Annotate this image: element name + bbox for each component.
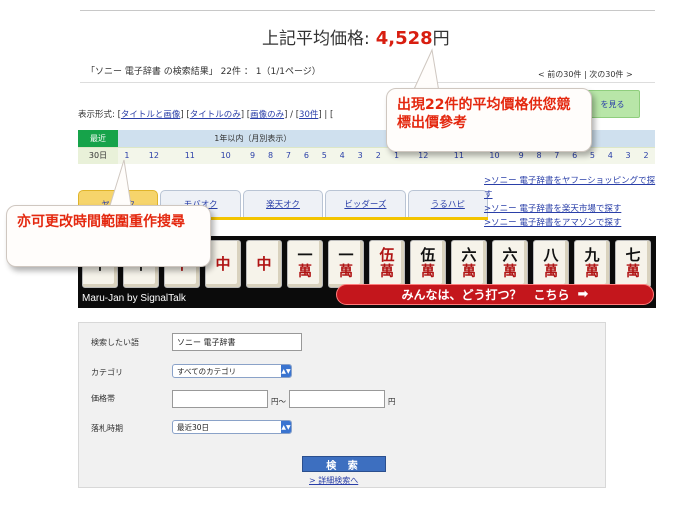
- mahjong-tile: 七萬: [615, 240, 651, 288]
- tile-suit: 萬: [462, 264, 476, 280]
- tile-symbol: 一: [297, 246, 313, 264]
- chevron-down-icon: ▲▼: [281, 421, 291, 433]
- tile-symbol: 一: [338, 246, 354, 264]
- display-count-30[interactable]: 30件: [299, 110, 318, 120]
- mahjong-tile: 八萬: [533, 240, 569, 288]
- period-month-link[interactable]: 2: [369, 146, 388, 164]
- top-divider: [80, 10, 655, 11]
- price-max-input[interactable]: [289, 390, 385, 408]
- view-button[interactable]: を見る: [585, 90, 640, 118]
- tile-suit: 萬: [544, 264, 558, 280]
- divider: [80, 82, 655, 83]
- tab-auction-2[interactable]: 楽天オク: [242, 190, 324, 217]
- search-button[interactable]: 検 索: [302, 456, 386, 472]
- tile-suit: 萬: [339, 264, 353, 280]
- period-month-link[interactable]: 7: [279, 146, 298, 164]
- year-header: 1年以内（月別表示）: [118, 130, 388, 147]
- display-mode-title-image[interactable]: タイトルと画像: [121, 110, 181, 120]
- tab-auction-3[interactable]: ビッダーズ: [325, 190, 406, 217]
- next-page-link[interactable]: 次の30件 >: [589, 70, 632, 79]
- keyword-input[interactable]: ソニー 電子辞書: [172, 333, 302, 351]
- tile-symbol: 八: [543, 246, 559, 264]
- mahjong-tile: 一萬: [287, 240, 323, 288]
- arrow-right-icon: ➡: [577, 287, 589, 302]
- tile-suit: 萬: [503, 264, 517, 280]
- period-month-link[interactable]: 11: [171, 146, 208, 164]
- period-month-link[interactable]: 12: [135, 146, 172, 164]
- price-unit: 円: [388, 397, 396, 406]
- display-mode-sep: ] [: [180, 110, 190, 120]
- tile-symbol: 中: [215, 254, 231, 273]
- callout-average-price: 出現22件的平均價格供您競標出價參考: [386, 88, 592, 152]
- period-month-link[interactable]: 3: [351, 146, 370, 164]
- tile-symbol: 九: [584, 246, 600, 264]
- banner-cta-label: みんなは、どう打つ？ こちら: [401, 288, 570, 302]
- period-month-link[interactable]: 3: [619, 146, 637, 164]
- category-value: すべてのカテゴリ: [177, 367, 237, 376]
- tile-suit: 萬: [421, 264, 435, 280]
- display-mode-sep: ] [: [240, 110, 251, 120]
- shopping-links: >ソニー 電子辞書をヤフーショッピングで探す >ソニー 電子辞書を楽天市場で探す >…: [484, 174, 656, 230]
- price-min-input[interactable]: [172, 390, 268, 408]
- average-price-label: 上記平均価格:: [262, 29, 370, 49]
- tile-suit: 萬: [626, 264, 640, 280]
- tile-symbol: 伍: [420, 246, 436, 264]
- display-mode-bar: 表示形式: [タイトルと画像] [タイトルのみ] [画像のみ] / [30件] …: [78, 108, 333, 120]
- search-form: 検索したい語 ソニー 電子辞書 カテゴリ すべてのカテゴリ ▲▼ 価格帯 円〜 …: [78, 322, 606, 488]
- shopping-link[interactable]: >ソニー 電子辞書をヤフーショッピングで探す: [484, 174, 656, 202]
- average-price-unit: 円: [432, 29, 450, 49]
- tab-auction-4[interactable]: うるハピ: [407, 190, 489, 217]
- mahjong-tile: 六萬: [451, 240, 487, 288]
- keyword-label: 検索したい語: [91, 338, 139, 347]
- period-month-link[interactable]: 8: [261, 146, 280, 164]
- period-value: 最近30日: [177, 423, 210, 432]
- recent-header: 最近: [78, 130, 118, 147]
- price-range-separator: 円〜: [271, 397, 286, 406]
- tile-symbol: 中: [256, 254, 272, 273]
- tile-symbol: 六: [461, 246, 477, 264]
- mahjong-tile: 中: [246, 240, 282, 288]
- banner-cta[interactable]: みんなは、どう打つ？ こちら ➡: [336, 284, 654, 305]
- period-month-link[interactable]: 4: [601, 146, 620, 164]
- category-select[interactable]: すべてのカテゴリ ▲▼: [172, 364, 292, 378]
- shopping-link[interactable]: >ソニー 電子辞書をアマゾンで探す: [484, 216, 656, 230]
- pager: < 前の30件 | 次の30件 >: [538, 69, 633, 80]
- display-mode-tail: ] | [: [318, 110, 334, 120]
- pager-separator: |: [583, 70, 587, 79]
- tile-suit: 萬: [585, 264, 599, 280]
- display-mode-image-only[interactable]: 画像のみ: [250, 110, 284, 120]
- shopping-link[interactable]: >ソニー 電子辞書を楽天市場で探す: [484, 202, 656, 216]
- category-label: カテゴリ: [91, 368, 123, 377]
- tile-suit: 萬: [380, 264, 394, 280]
- tile-suit: 萬: [298, 264, 312, 280]
- display-mode-prefix: 表示形式: [: [78, 110, 121, 120]
- period-select[interactable]: 最近30日 ▲▼: [172, 420, 292, 434]
- tile-symbol: 伍: [379, 246, 395, 264]
- advanced-search-link[interactable]: > 詳細検索へ: [309, 475, 358, 486]
- period-month-link[interactable]: 4: [333, 146, 352, 164]
- tile-symbol: 六: [502, 246, 518, 264]
- average-price-value: 4,528: [375, 28, 433, 49]
- mahjong-tile: 一萬: [328, 240, 364, 288]
- result-count: 「ソニー 電子辞書 の検索結果」 22件 ： 1（1/1ページ）: [86, 67, 321, 77]
- display-mode-title-only[interactable]: タイトルのみ: [190, 110, 241, 120]
- mahjong-tile: 九萬: [574, 240, 610, 288]
- period-month-link[interactable]: 10: [207, 146, 244, 164]
- tile-symbol: 七: [625, 246, 641, 264]
- price-label: 価格帯: [91, 394, 115, 403]
- period-month-link[interactable]: 9: [243, 146, 262, 164]
- mahjong-tile: 伍萬: [410, 240, 446, 288]
- average-price: 上記平均価格: 4,528 円: [262, 24, 450, 50]
- callout-time-range: 亦可更改時間範圍重作搜尋: [6, 205, 211, 267]
- period-label: 落札時期: [91, 424, 123, 433]
- prev-page-link[interactable]: < 前の30件: [538, 70, 581, 79]
- period-month-link[interactable]: 5: [315, 146, 334, 164]
- period-month-link[interactable]: 6: [297, 146, 316, 164]
- display-mode-sep: ] / [: [284, 110, 300, 120]
- period-month-link[interactable]: 2: [636, 146, 655, 164]
- mahjong-tile: 伍萬: [369, 240, 405, 288]
- banner-caption: Maru-Jan by SignalTalk: [82, 293, 186, 304]
- mahjong-tile: 六萬: [492, 240, 528, 288]
- chevron-down-icon: ▲▼: [281, 365, 291, 377]
